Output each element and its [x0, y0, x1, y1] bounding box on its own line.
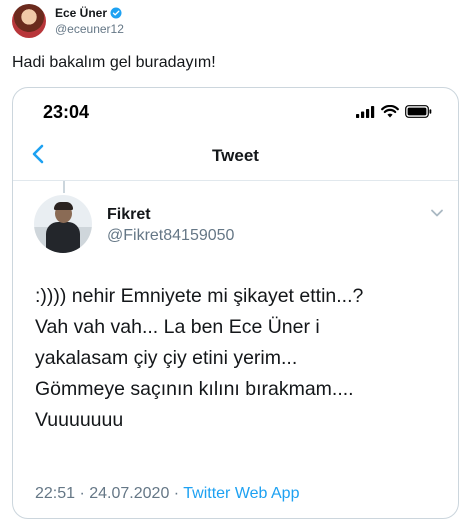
author-handle[interactable]: @eceuner12: [55, 22, 124, 36]
author-name-row: Ece Üner: [55, 6, 122, 20]
wifi-icon: [381, 105, 399, 118]
signal-icon: [356, 105, 375, 118]
tweet-line: Vah vah vah... La ben Ece Üner i: [35, 316, 320, 338]
battery-icon: [405, 105, 432, 118]
nav-title: Tweet: [212, 146, 259, 165]
inner-author-avatar[interactable]: [34, 195, 92, 253]
inner-author-handle[interactable]: @Fikret84159050: [107, 227, 234, 245]
outer-tweet-text: Hadi bakalım gel buradayım!: [12, 54, 216, 71]
verified-badge-icon: [110, 7, 122, 19]
outer-tweet-header: Ece Üner @eceuner12: [12, 4, 452, 44]
tweet-meta: 22:51 · 24.07.2020 · Twitter Web App: [35, 485, 299, 503]
author-name[interactable]: Ece Üner: [55, 6, 107, 20]
thread-connector-line: [63, 181, 65, 193]
tweet-line: yakalasam çiy çiy etini yerim...: [35, 347, 298, 369]
inner-author-name[interactable]: Fikret: [107, 206, 151, 224]
chevron-down-icon[interactable]: [430, 208, 444, 218]
tweet-timestamp[interactable]: 22:51 · 24.07.2020 ·: [35, 485, 183, 502]
status-icons: [356, 105, 432, 118]
tweet-line: Vuuuuuuu: [35, 409, 124, 431]
inner-tweet-body: :)))) nehir Emniyete mi şikayet ettin...…: [35, 281, 445, 436]
status-time: 23:04: [43, 102, 90, 122]
nav-bar: Tweet: [13, 136, 458, 178]
nav-divider: [13, 180, 458, 181]
tweet-client-link[interactable]: Twitter Web App: [183, 485, 299, 502]
avatar-figure-hair: [54, 202, 73, 210]
status-bar: 23:04: [13, 88, 458, 138]
avatar-figure-body: [46, 222, 80, 253]
tweet-line: :)))) nehir Emniyete mi şikayet ettin...…: [35, 285, 364, 307]
embedded-screenshot[interactable]: 23:04 Tweet Fikret @Fikret84159050:))))…: [12, 87, 459, 519]
tweet-line: Gömmeye saçının kılını bırakmam....: [35, 378, 354, 400]
author-avatar[interactable]: [12, 4, 46, 38]
